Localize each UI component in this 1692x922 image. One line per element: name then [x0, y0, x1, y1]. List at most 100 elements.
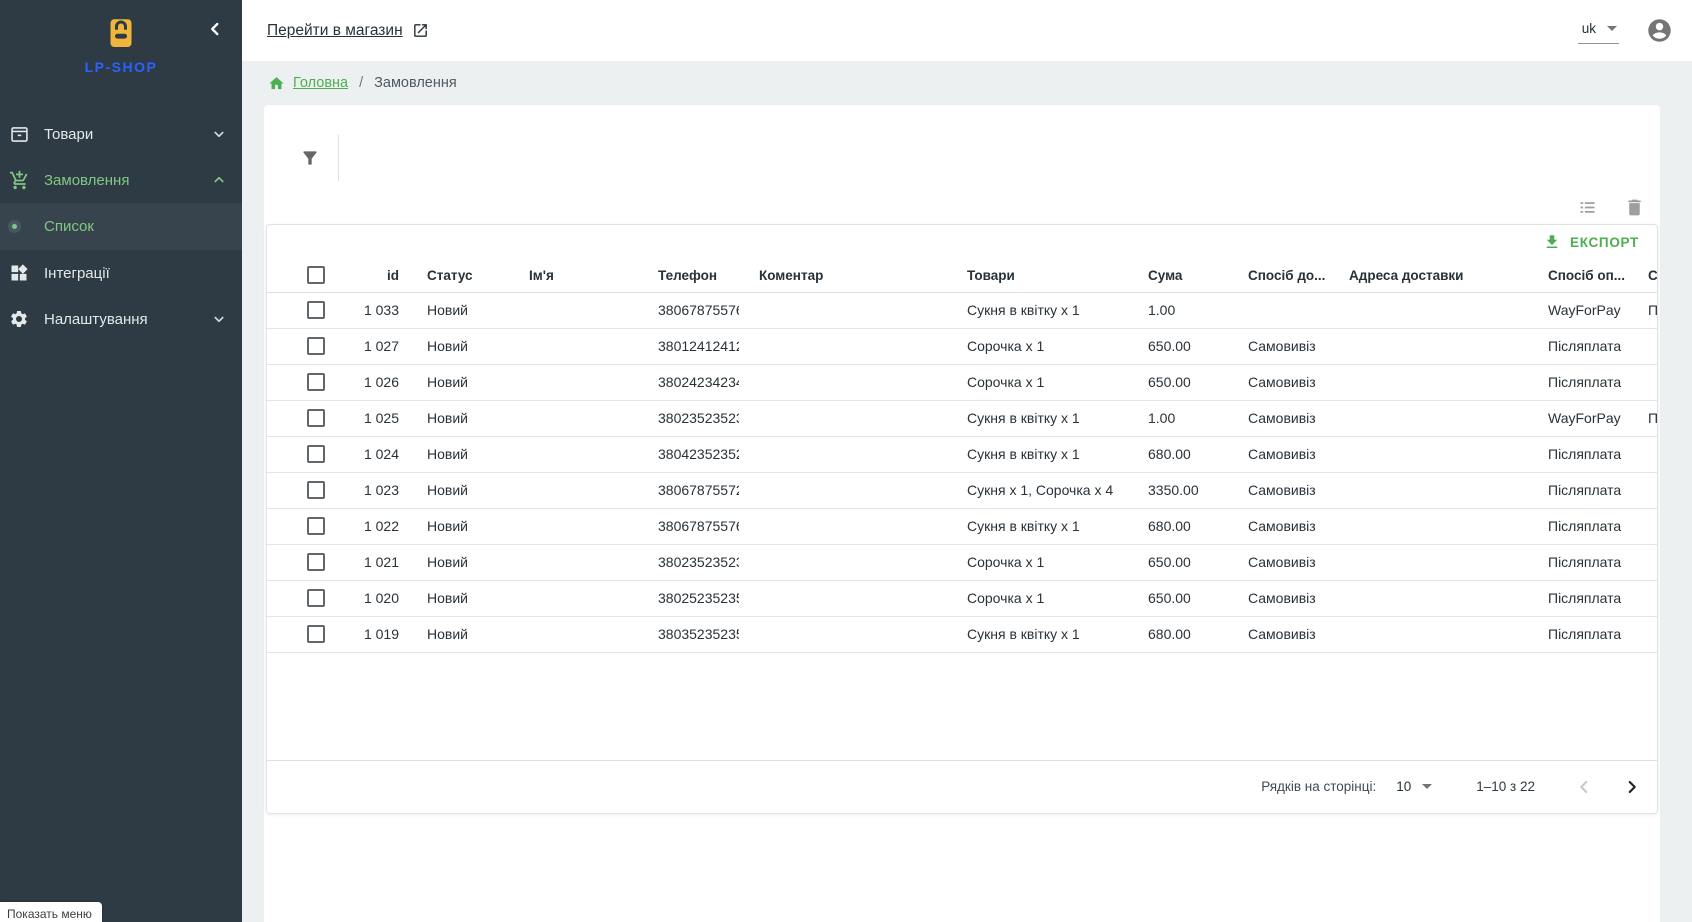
cell-sum: 680.00 [1128, 616, 1228, 652]
row-checkbox-cell [267, 508, 333, 544]
breadcrumb-home-link[interactable]: Головна [268, 75, 348, 92]
cell-sum: 650.00 [1128, 364, 1228, 400]
cell-comment [739, 472, 947, 508]
column-header-payment-method[interactable]: Спосіб оп... [1528, 259, 1628, 292]
select-all-checkbox[interactable] [307, 266, 325, 284]
row-checkbox[interactable] [307, 337, 325, 355]
row-checkbox[interactable] [307, 553, 325, 571]
column-header-name[interactable]: Ім'я [509, 259, 638, 292]
cell-sum: 650.00 [1128, 580, 1228, 616]
row-checkbox-cell [267, 472, 333, 508]
row-checkbox[interactable] [307, 589, 325, 607]
table-row[interactable]: 1 019Новий380352352353Сукня в квітку x 1… [267, 616, 1657, 652]
next-page-button[interactable] [1619, 774, 1645, 800]
table-row[interactable]: 1 027Новий380124124124Сорочка x 1650.00С… [267, 328, 1657, 364]
table-row[interactable]: 1 026Новий380242342342Сорочка x 1650.00С… [267, 364, 1657, 400]
cell-payment: Післяплата [1528, 328, 1628, 364]
cell-products: Сорочка x 1 [947, 580, 1128, 616]
cell-id: 1 022 [333, 508, 407, 544]
row-checkbox[interactable] [307, 481, 325, 499]
cell-payment_status: П [1628, 292, 1657, 328]
export-button[interactable]: ЕКСПОРТ [1535, 229, 1647, 255]
row-checkbox-cell [267, 292, 333, 328]
filter-funnel-icon [300, 148, 320, 168]
column-header-id[interactable]: id [333, 259, 407, 292]
sidebar-item-products[interactable]: Товари [0, 111, 242, 157]
cell-id: 1 026 [333, 364, 407, 400]
sidebar-item-orders[interactable]: Замовлення [0, 157, 242, 203]
cell-name [509, 544, 638, 580]
sidebar-nav: Товари Замовлення Список Інтеграції [0, 111, 242, 342]
cell-sum: 1.00 [1128, 400, 1228, 436]
column-header-delivery-address[interactable]: Адреса доставки [1329, 259, 1528, 292]
cell-phone: 380678755765 [638, 292, 739, 328]
chevron-up-icon [210, 171, 228, 189]
cell-id: 1 027 [333, 328, 407, 364]
row-checkbox-cell [267, 436, 333, 472]
column-header-payment-status[interactable]: Ст [1628, 259, 1657, 292]
row-checkbox[interactable] [307, 445, 325, 463]
cell-sum: 680.00 [1128, 508, 1228, 544]
column-header-sum[interactable]: Сума [1128, 259, 1228, 292]
table-row[interactable]: 1 020Новий380252352352Сорочка x 1650.00С… [267, 580, 1657, 616]
column-header-status[interactable]: Статус [407, 259, 509, 292]
cell-phone: 380678755722 [638, 472, 739, 508]
table-row[interactable]: 1 025Новий380235235235Сукня в квітку x 1… [267, 400, 1657, 436]
cell-address [1329, 292, 1528, 328]
language-value: uk [1582, 21, 1596, 36]
table-row[interactable]: 1 033Новий380678755765Сукня в квітку x 1… [267, 292, 1657, 328]
row-checkbox-cell [267, 616, 333, 652]
cell-name [509, 472, 638, 508]
row-checkbox[interactable] [307, 517, 325, 535]
column-header-products[interactable]: Товари [947, 259, 1128, 292]
cell-comment [739, 544, 947, 580]
cell-products: Сукня в квітку x 1 [947, 616, 1128, 652]
box-icon [8, 123, 30, 145]
row-checkbox[interactable] [307, 373, 325, 391]
cell-address [1329, 616, 1528, 652]
table-row[interactable]: 1 021Новий380235235235Сорочка x 1650.00С… [267, 544, 1657, 580]
pagination: Рядків на сторінці: 10 1–10 з 22 [267, 760, 1657, 813]
cell-products: Сукня в квітку x 1 [947, 436, 1128, 472]
table-row[interactable]: 1 023Новий380678755722Сукня x 1, Сорочка… [267, 472, 1657, 508]
cell-status: Новий [407, 400, 509, 436]
cell-status: Новий [407, 580, 509, 616]
table-row[interactable]: 1 022Новий380678755765Сукня в квітку x 1… [267, 508, 1657, 544]
table-clip: id Статус Ім'я Телефон Коментар Товари С… [267, 259, 1657, 653]
row-checkbox-cell [267, 580, 333, 616]
cell-phone: 380423523523 [638, 436, 739, 472]
breadcrumb-home-label: Головна [293, 75, 348, 91]
table-row[interactable]: 1 024Новий380423523523Сукня в квітку x 1… [267, 436, 1657, 472]
cell-id: 1 033 [333, 292, 407, 328]
column-header-phone[interactable]: Телефон [638, 259, 739, 292]
store-link-label: Перейти в магазин [267, 22, 403, 40]
account-menu-button[interactable] [1646, 17, 1673, 44]
row-checkbox[interactable] [307, 301, 325, 319]
previous-page-button[interactable] [1571, 774, 1597, 800]
cell-payment_status [1628, 436, 1657, 472]
cell-delivery: Самовивіз [1228, 328, 1329, 364]
row-checkbox[interactable] [307, 409, 325, 427]
cell-payment_status [1628, 508, 1657, 544]
cell-delivery: Самовивіз [1228, 436, 1329, 472]
cell-name [509, 364, 638, 400]
column-list-button[interactable] [1577, 197, 1598, 218]
cell-payment_status [1628, 328, 1657, 364]
delete-button[interactable] [1624, 197, 1645, 218]
rows-per-page-select[interactable]: 10 [1396, 779, 1432, 794]
cell-delivery: Самовивіз [1228, 400, 1329, 436]
language-select[interactable]: uk [1578, 17, 1619, 44]
filter-button[interactable] [300, 148, 320, 168]
column-header-comment[interactable]: Коментар [739, 259, 947, 292]
sidebar-collapse-button[interactable] [200, 14, 230, 44]
cell-status: Новий [407, 472, 509, 508]
row-checkbox[interactable] [307, 625, 325, 643]
widgets-icon [8, 262, 30, 284]
cell-sum: 650.00 [1128, 328, 1228, 364]
go-to-store-link[interactable]: Перейти в магазин [267, 22, 429, 40]
sidebar-item-integrations[interactable]: Інтеграції [0, 250, 242, 296]
sidebar-item-orders-list[interactable]: Список [0, 203, 242, 250]
sidebar-item-settings[interactable]: Налаштування [0, 296, 242, 342]
cell-id: 1 020 [333, 580, 407, 616]
column-header-delivery-method[interactable]: Спосіб до... [1228, 259, 1329, 292]
